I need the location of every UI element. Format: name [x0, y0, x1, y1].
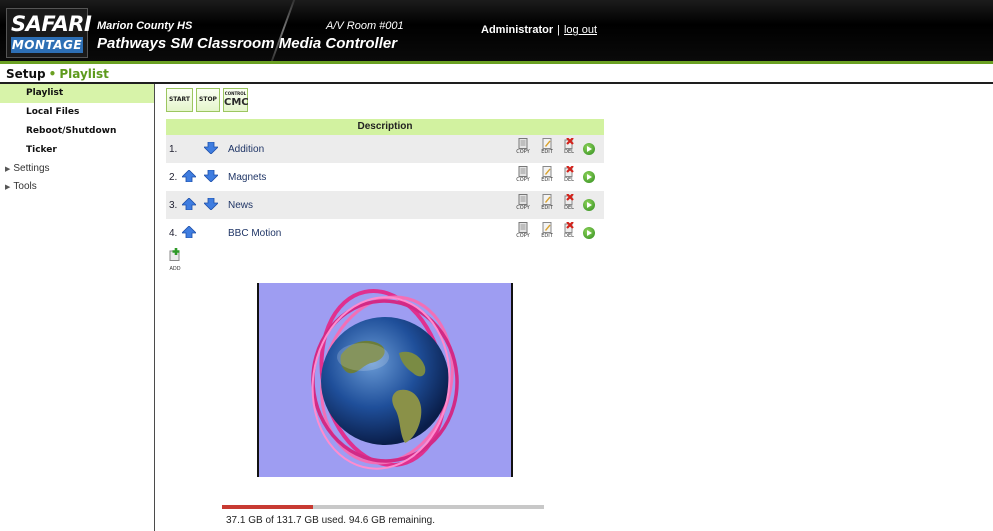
sidebar-item-ticker[interactable]: Ticker — [0, 141, 154, 160]
table-row: 4. BBC Motion COPY EDIT DEL — [166, 219, 604, 247]
playlist-item-title[interactable]: BBC Motion — [228, 228, 281, 239]
stop-button[interactable]: STOP — [196, 88, 220, 112]
edit-icon — [542, 222, 552, 233]
move-down-icon[interactable] — [203, 197, 219, 211]
copy-label: COPY — [516, 149, 530, 155]
playlist-item-title[interactable]: News — [228, 200, 253, 211]
video-preview[interactable] — [257, 283, 513, 477]
playlist-table: Description 1. Addition COPY EDIT DEL 2.… — [166, 119, 604, 247]
copy-button[interactable]: COPY — [512, 222, 534, 244]
row-number: 1. — [169, 144, 178, 155]
app-header: SAFARI MONTAGE Marion County HS A/V Room… — [0, 0, 993, 64]
storage-usage-bar — [222, 505, 544, 509]
delete-label: DEL — [564, 205, 574, 211]
logo-text-top: SAFARI — [11, 12, 92, 36]
delete-label: DEL — [564, 177, 574, 183]
room-name: A/V Room #001 — [326, 20, 404, 32]
school-name: Marion County HS — [97, 20, 193, 32]
copy-icon — [518, 194, 528, 205]
edit-icon — [542, 138, 552, 149]
move-up-icon[interactable] — [181, 197, 197, 211]
control-cmc-button[interactable]: CONTROL CMC — [223, 88, 249, 112]
row-number: 2. — [169, 172, 178, 183]
copy-icon — [518, 222, 528, 233]
sidebar-item-reboot-shutdown[interactable]: Reboot/Shutdown — [0, 122, 154, 141]
playlist-item-title[interactable]: Magnets — [228, 172, 266, 183]
copy-button[interactable]: COPY — [512, 194, 534, 216]
sidebar-group-settings[interactable]: ▶ Settings — [0, 160, 154, 178]
storage-usage-text: 37.1 GB of 131.7 GB used. 94.6 GB remain… — [226, 515, 436, 526]
move-down-icon[interactable] — [203, 169, 219, 183]
add-item-button[interactable]: ADD — [166, 248, 184, 272]
breadcrumb-separator: • — [48, 67, 57, 81]
copy-icon — [518, 138, 528, 149]
edit-icon — [542, 194, 552, 205]
delete-icon — [564, 166, 574, 177]
copy-button[interactable]: COPY — [512, 138, 534, 160]
edit-button[interactable]: EDIT — [536, 166, 558, 188]
add-icon — [169, 248, 180, 261]
edit-label: EDIT — [541, 177, 553, 183]
move-up-icon[interactable] — [181, 225, 197, 239]
copy-label: COPY — [516, 205, 530, 211]
table-row: 3. News COPY EDIT DEL — [166, 191, 604, 219]
table-row: 1. Addition COPY EDIT DEL — [166, 135, 604, 163]
sidebar: Playlist Local Files Reboot/Shutdown Tic… — [0, 84, 155, 531]
play-icon[interactable] — [583, 171, 595, 183]
sidebar-group-label: Tools — [13, 181, 37, 192]
table-row: 2. Magnets COPY EDIT DEL — [166, 163, 604, 191]
playlist-item-title[interactable]: Addition — [228, 144, 264, 155]
delete-button[interactable]: DEL — [558, 166, 580, 188]
sidebar-item-local-files[interactable]: Local Files — [0, 103, 154, 122]
play-icon[interactable] — [583, 143, 595, 155]
edit-icon — [542, 166, 552, 177]
copy-button[interactable]: COPY — [512, 166, 534, 188]
user-info: Administrator | log out — [481, 24, 597, 36]
breadcrumb-current: Playlist — [59, 67, 109, 81]
breadcrumb: Setup • Playlist — [6, 67, 109, 81]
delete-button[interactable]: DEL — [558, 194, 580, 216]
sidebar-group-tools[interactable]: ▶ Tools — [0, 178, 154, 196]
edit-button[interactable]: EDIT — [536, 138, 558, 160]
logo-text-bottom: MONTAGE — [11, 37, 83, 53]
start-button[interactable]: START — [166, 88, 193, 112]
copy-label: COPY — [516, 233, 530, 239]
play-icon[interactable] — [583, 227, 595, 239]
expand-triangle-icon: ▶ — [5, 184, 11, 191]
edit-button[interactable]: EDIT — [536, 194, 558, 216]
user-separator: | — [557, 24, 560, 36]
logout-link[interactable]: log out — [564, 24, 597, 36]
row-number: 3. — [169, 200, 178, 211]
delete-button[interactable]: DEL — [558, 138, 580, 160]
storage-usage-fill — [222, 505, 313, 509]
delete-label: DEL — [564, 233, 574, 239]
copy-icon — [518, 166, 528, 177]
edit-label: EDIT — [541, 149, 553, 155]
add-label: ADD — [169, 266, 181, 272]
app-title: Pathways SM Classroom Media Controller — [97, 35, 398, 52]
sidebar-group-label: Settings — [13, 163, 50, 174]
row-number: 4. — [169, 228, 178, 239]
username: Administrator — [481, 24, 554, 36]
move-up-icon[interactable] — [181, 169, 197, 183]
delete-label: DEL — [564, 149, 574, 155]
expand-triangle-icon: ▶ — [5, 166, 11, 173]
globe-image — [311, 289, 459, 470]
copy-label: COPY — [516, 177, 530, 183]
edit-label: EDIT — [541, 205, 553, 211]
delete-icon — [564, 222, 574, 233]
delete-icon — [564, 194, 574, 205]
move-down-icon[interactable] — [203, 141, 219, 155]
edit-label: EDIT — [541, 233, 553, 239]
breadcrumb-root[interactable]: Setup — [6, 67, 46, 81]
delete-button[interactable]: DEL — [558, 222, 580, 244]
edit-button[interactable]: EDIT — [536, 222, 558, 244]
sidebar-item-playlist[interactable]: Playlist — [0, 84, 154, 103]
cmc-label: CMC — [224, 97, 249, 108]
description-header: Description — [166, 119, 604, 135]
safari-montage-logo: SAFARI MONTAGE — [6, 8, 92, 58]
delete-icon — [564, 138, 574, 149]
play-icon[interactable] — [583, 199, 595, 211]
